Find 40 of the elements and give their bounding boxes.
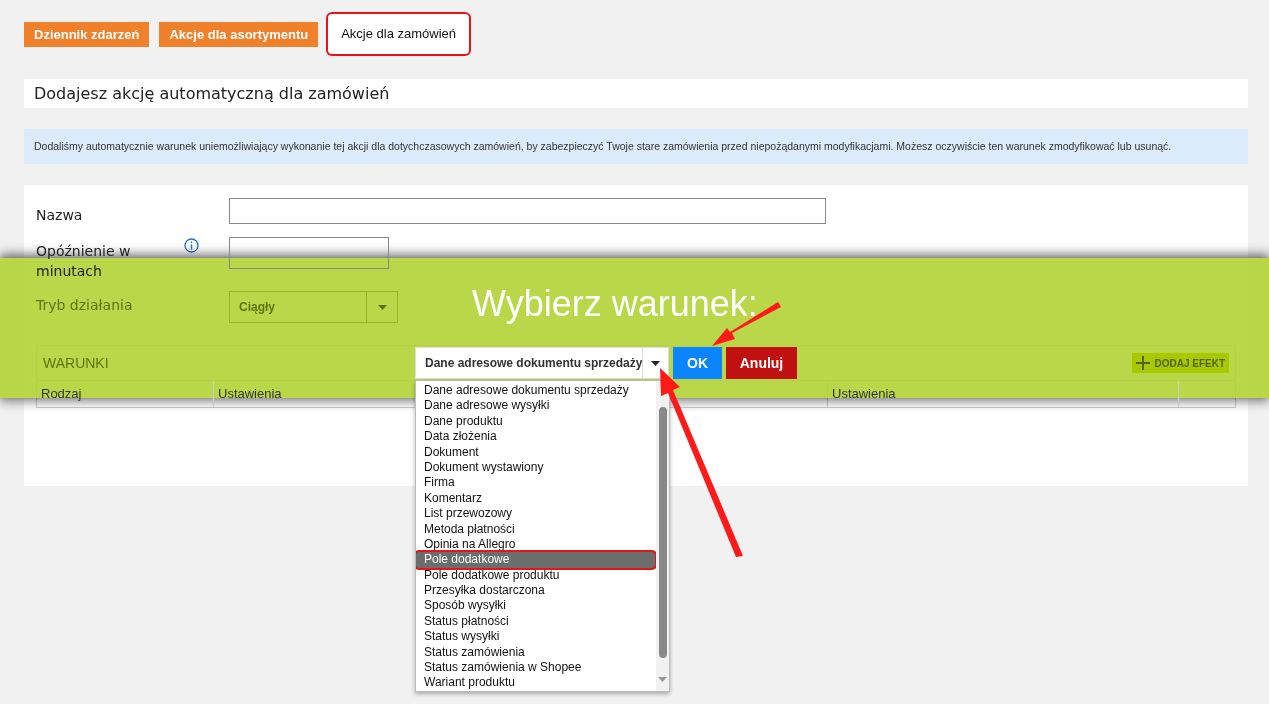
dropdown-option[interactable]: List przewozowy (416, 506, 655, 522)
scroll-down-arrow-icon[interactable] (658, 677, 667, 682)
caret-down-icon (377, 304, 387, 310)
condition-select[interactable]: Dane adresowe dokumentu sprzedaży (415, 347, 669, 379)
dropdown-option[interactable]: Status płatności (416, 613, 655, 630)
ok-button[interactable]: OK (673, 347, 722, 379)
cancel-button[interactable]: Anuluj (726, 347, 797, 379)
section-title: WARUNKI (43, 353, 109, 373)
field-label: Nazwa (36, 206, 84, 225)
dropdown-option[interactable]: Pole dodatkowe produktu (416, 567, 655, 584)
dropdown-option[interactable]: Komentarz (416, 490, 655, 507)
dropdown-option[interactable]: Dane adresowe dokumentu sprzedaży (416, 383, 655, 399)
dropdown-option[interactable]: Dane produktu (416, 413, 655, 430)
dropdown-option[interactable]: Status zamówienia (416, 644, 655, 661)
column-header: Ustawienia (217, 385, 283, 404)
name-input-field[interactable] (229, 198, 826, 224)
field-label: Opóźnienie w minutach (36, 242, 132, 281)
dropdown-option[interactable]: Dane adresowe wysyłki (416, 398, 655, 414)
caret-down-icon (651, 360, 661, 366)
dropdown-option[interactable]: Data złożenia (416, 429, 655, 445)
dropdown-option[interactable]: Status zamówienia w Shopee (416, 660, 655, 676)
scrollbar[interactable] (656, 381, 669, 691)
dialog-title: Wybierz warunek: (472, 282, 758, 326)
tab[interactable]: Akcje dla zamówień (328, 14, 470, 54)
info-message: Dodaliśmy automatycznie warunek uniemożliwiający wykonanie tej akcji dla dotychczasowych zamówień, by zabezpieczyć Twoje stare zamówienia przed niepożądanymi modyfikacjami. Możesz oczywiście ten warunek zmodyfikować lub usunąć. (24, 129, 1248, 164)
dropdown-option[interactable]: Pole dodatkowe (416, 552, 655, 568)
dropdown-option[interactable]: Wariant produktu (416, 675, 655, 691)
dropdown-option[interactable]: Metoda płatności (416, 521, 655, 537)
plus-icon (1136, 356, 1151, 370)
dropdown-option[interactable]: Przesyłka dostarczona (416, 583, 655, 599)
field-label: Tryb działania (36, 296, 134, 315)
dropdown-option[interactable]: Dokument wystawiony (416, 459, 655, 476)
delay-input-field[interactable] (229, 237, 389, 269)
dropdown-option[interactable]: Status wysyłki (416, 629, 655, 645)
dropdown-option[interactable]: Sposób wysyłki (416, 598, 655, 614)
info-icon[interactable] (184, 238, 199, 253)
page-title: Dodajesz akcję automatyczną dla zamówień (34, 82, 390, 105)
dropdown-option[interactable]: Dokument (416, 444, 655, 460)
dropdown-option[interactable]: Firma (416, 475, 655, 491)
dropdown-option[interactable]: Opinia na Allegro (416, 536, 655, 553)
